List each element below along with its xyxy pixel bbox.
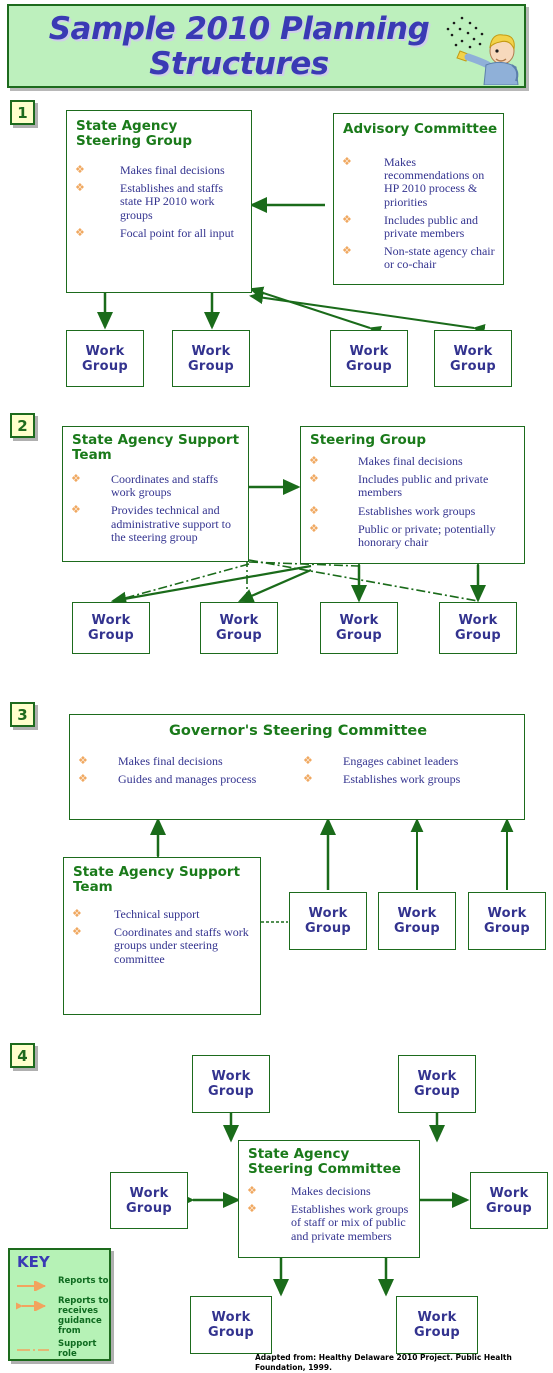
bullet-item: Public or private; potentially honorary … (301, 522, 521, 549)
bullet-item: Guides and manages process (70, 772, 295, 786)
box-steering-group-2: Steering Group Makes final decisions Inc… (300, 426, 525, 564)
bullet-item: Focal point for all input (67, 226, 247, 240)
key-item-support-role: Support role (16, 1339, 111, 1359)
mascot-illustration (446, 16, 519, 85)
work-group-label: Work Group (449, 343, 497, 374)
key-item-reports-to-receives-guidance: Reports to, receives guidance from (11, 1296, 112, 1336)
box-state-agency-steering-group: State Agency Steering Group Makes final … (66, 110, 252, 293)
work-group-label: Work Group (187, 343, 235, 374)
bullet-item: Technical support (64, 907, 256, 921)
work-group-label: Work Group (454, 613, 502, 643)
bullet-item: Engages cabinet leaders (295, 754, 520, 768)
work-group-box: Work Group (468, 892, 546, 950)
work-group-box: Work Group (378, 892, 456, 950)
work-group-box: Work Group (320, 602, 398, 654)
box-heading: Governor's Steering Committee (168, 723, 428, 739)
bullet-item: Provides technical and administrative su… (63, 503, 245, 544)
work-group-label: Work Group (87, 613, 135, 643)
bullet-item: Coordinates and staffs work groups under… (64, 925, 256, 966)
bullet-item: Establishes work groups of staff or mix … (239, 1202, 417, 1243)
bullet-item: Coordinates and staffs work groups (63, 472, 245, 499)
work-group-label: Work Group (125, 1185, 173, 1216)
box-governors-steering-committee: Governor's Steering Committee Makes fina… (69, 714, 525, 820)
work-group-box: Work Group (192, 1055, 270, 1113)
box-heading: State Agency Steering Group (76, 118, 193, 149)
work-group-label: Work Group (207, 1310, 255, 1340)
work-group-label: Work Group (81, 343, 129, 374)
bullet-item: Makes recommendations on HP 2010 process… (334, 155, 500, 209)
key-item-label: Reports to, receives guidance from (58, 1296, 112, 1336)
title-banner: Sample 2010 Planning Structures (7, 4, 526, 88)
work-group-box: Work Group (470, 1172, 548, 1229)
work-group-box: Work Group (439, 602, 517, 654)
work-group-label: Work Group (207, 1069, 255, 1099)
bullet-item: Establishes work groups (301, 504, 521, 518)
work-group-label: Work Group (483, 906, 531, 936)
work-group-box: Work Group (398, 1055, 476, 1113)
work-group-label: Work Group (345, 343, 393, 374)
key-item-label: Reports to (58, 1276, 109, 1286)
key-title: KEY (17, 1253, 50, 1271)
key-legend: KEY Reports to Reports to, receives guid… (8, 1248, 112, 1361)
box-state-agency-support-team-2: State Agency Support Team Coordinates an… (62, 426, 249, 562)
bullet-list: Makes decisions Establishes work groups … (239, 1184, 417, 1248)
work-group-box: Work Group (190, 1296, 272, 1354)
bullet-list: Makes final decisions Includes public an… (301, 454, 521, 554)
box-heading: Steering Group (310, 432, 427, 448)
bullet-item: Includes public and private members (334, 213, 500, 240)
work-group-box: Work Group (110, 1172, 188, 1229)
bullet-list: Coordinates and staffs work groups Provi… (63, 472, 245, 549)
bullet-list-right: Engages cabinet leaders Establishes work… (295, 754, 520, 791)
work-group-label: Work Group (485, 1185, 533, 1216)
double-arrow-icon (11, 1300, 46, 1312)
section-badge-3: 3 (10, 702, 35, 727)
bullet-item: Establishes work groups (295, 772, 520, 786)
work-group-box: Work Group (330, 330, 408, 387)
bullet-list: Makes recommendations on HP 2010 process… (334, 155, 500, 277)
bullet-item: Makes final decisions (67, 163, 247, 177)
bullet-list: Makes final decisions Establishes and st… (67, 163, 247, 245)
box-state-agency-support-team-3: State Agency Support Team Technical supp… (63, 857, 261, 1015)
work-group-box: Work Group (172, 330, 250, 387)
bullet-list: Technical support Coordinates and staffs… (64, 907, 256, 971)
page-title: Sample 2010 Planning Structures (9, 12, 469, 82)
work-group-label: Work Group (413, 1310, 461, 1340)
page-title-line2: Structures (149, 46, 329, 82)
work-group-box: Work Group (72, 602, 150, 654)
work-group-box: Work Group (66, 330, 144, 387)
section-badge-2: 2 (10, 413, 35, 438)
key-item-label: Support role (58, 1339, 97, 1359)
page-title-line1: Sample 2010 Planning (48, 11, 430, 47)
work-group-label: Work Group (335, 613, 383, 643)
bullet-item: Makes final decisions (70, 754, 295, 768)
work-group-box: Work Group (289, 892, 367, 950)
bullet-item: Includes public and private members (301, 472, 521, 499)
work-group-label: Work Group (413, 1069, 461, 1099)
box-heading: Advisory Committee (343, 121, 498, 137)
box-state-agency-steering-committee: State Agency Steering Committee Makes de… (238, 1140, 420, 1258)
work-group-label: Work Group (393, 906, 441, 936)
work-group-label: Work Group (304, 906, 352, 936)
bullet-item: Non-state agency chair or co-chair (334, 244, 500, 271)
box-heading: State Agency Steering Committee (248, 1146, 401, 1177)
box-heading: State Agency Support Team (72, 432, 240, 463)
box-heading: State Agency Support Team (73, 864, 241, 895)
bullet-item: Makes final decisions (301, 454, 521, 468)
bullet-item: Establishes and staffs state HP 2010 wor… (67, 181, 247, 222)
work-group-label: Work Group (215, 613, 263, 643)
work-group-box: Work Group (396, 1296, 478, 1354)
work-group-box: Work Group (200, 602, 278, 654)
section-badge-1: 1 (10, 100, 35, 125)
slide-canvas: Sample 2010 Planning Structures 1 State … (0, 0, 553, 1372)
section-badge-4: 4 (10, 1043, 35, 1068)
bullet-list-left: Makes final decisions Guides and manages… (70, 754, 295, 791)
box-advisory-committee: Advisory Committee Makes recommendations… (333, 113, 504, 285)
work-group-box: Work Group (434, 330, 512, 387)
key-item-reports-to: Reports to (16, 1276, 111, 1296)
source-attribution: Adapted from: Healthy Delaware 2010 Proj… (255, 1353, 512, 1372)
dashed-line-icon (17, 1349, 49, 1351)
bullet-item: Makes decisions (239, 1184, 417, 1198)
single-arrow-icon (17, 1280, 46, 1292)
